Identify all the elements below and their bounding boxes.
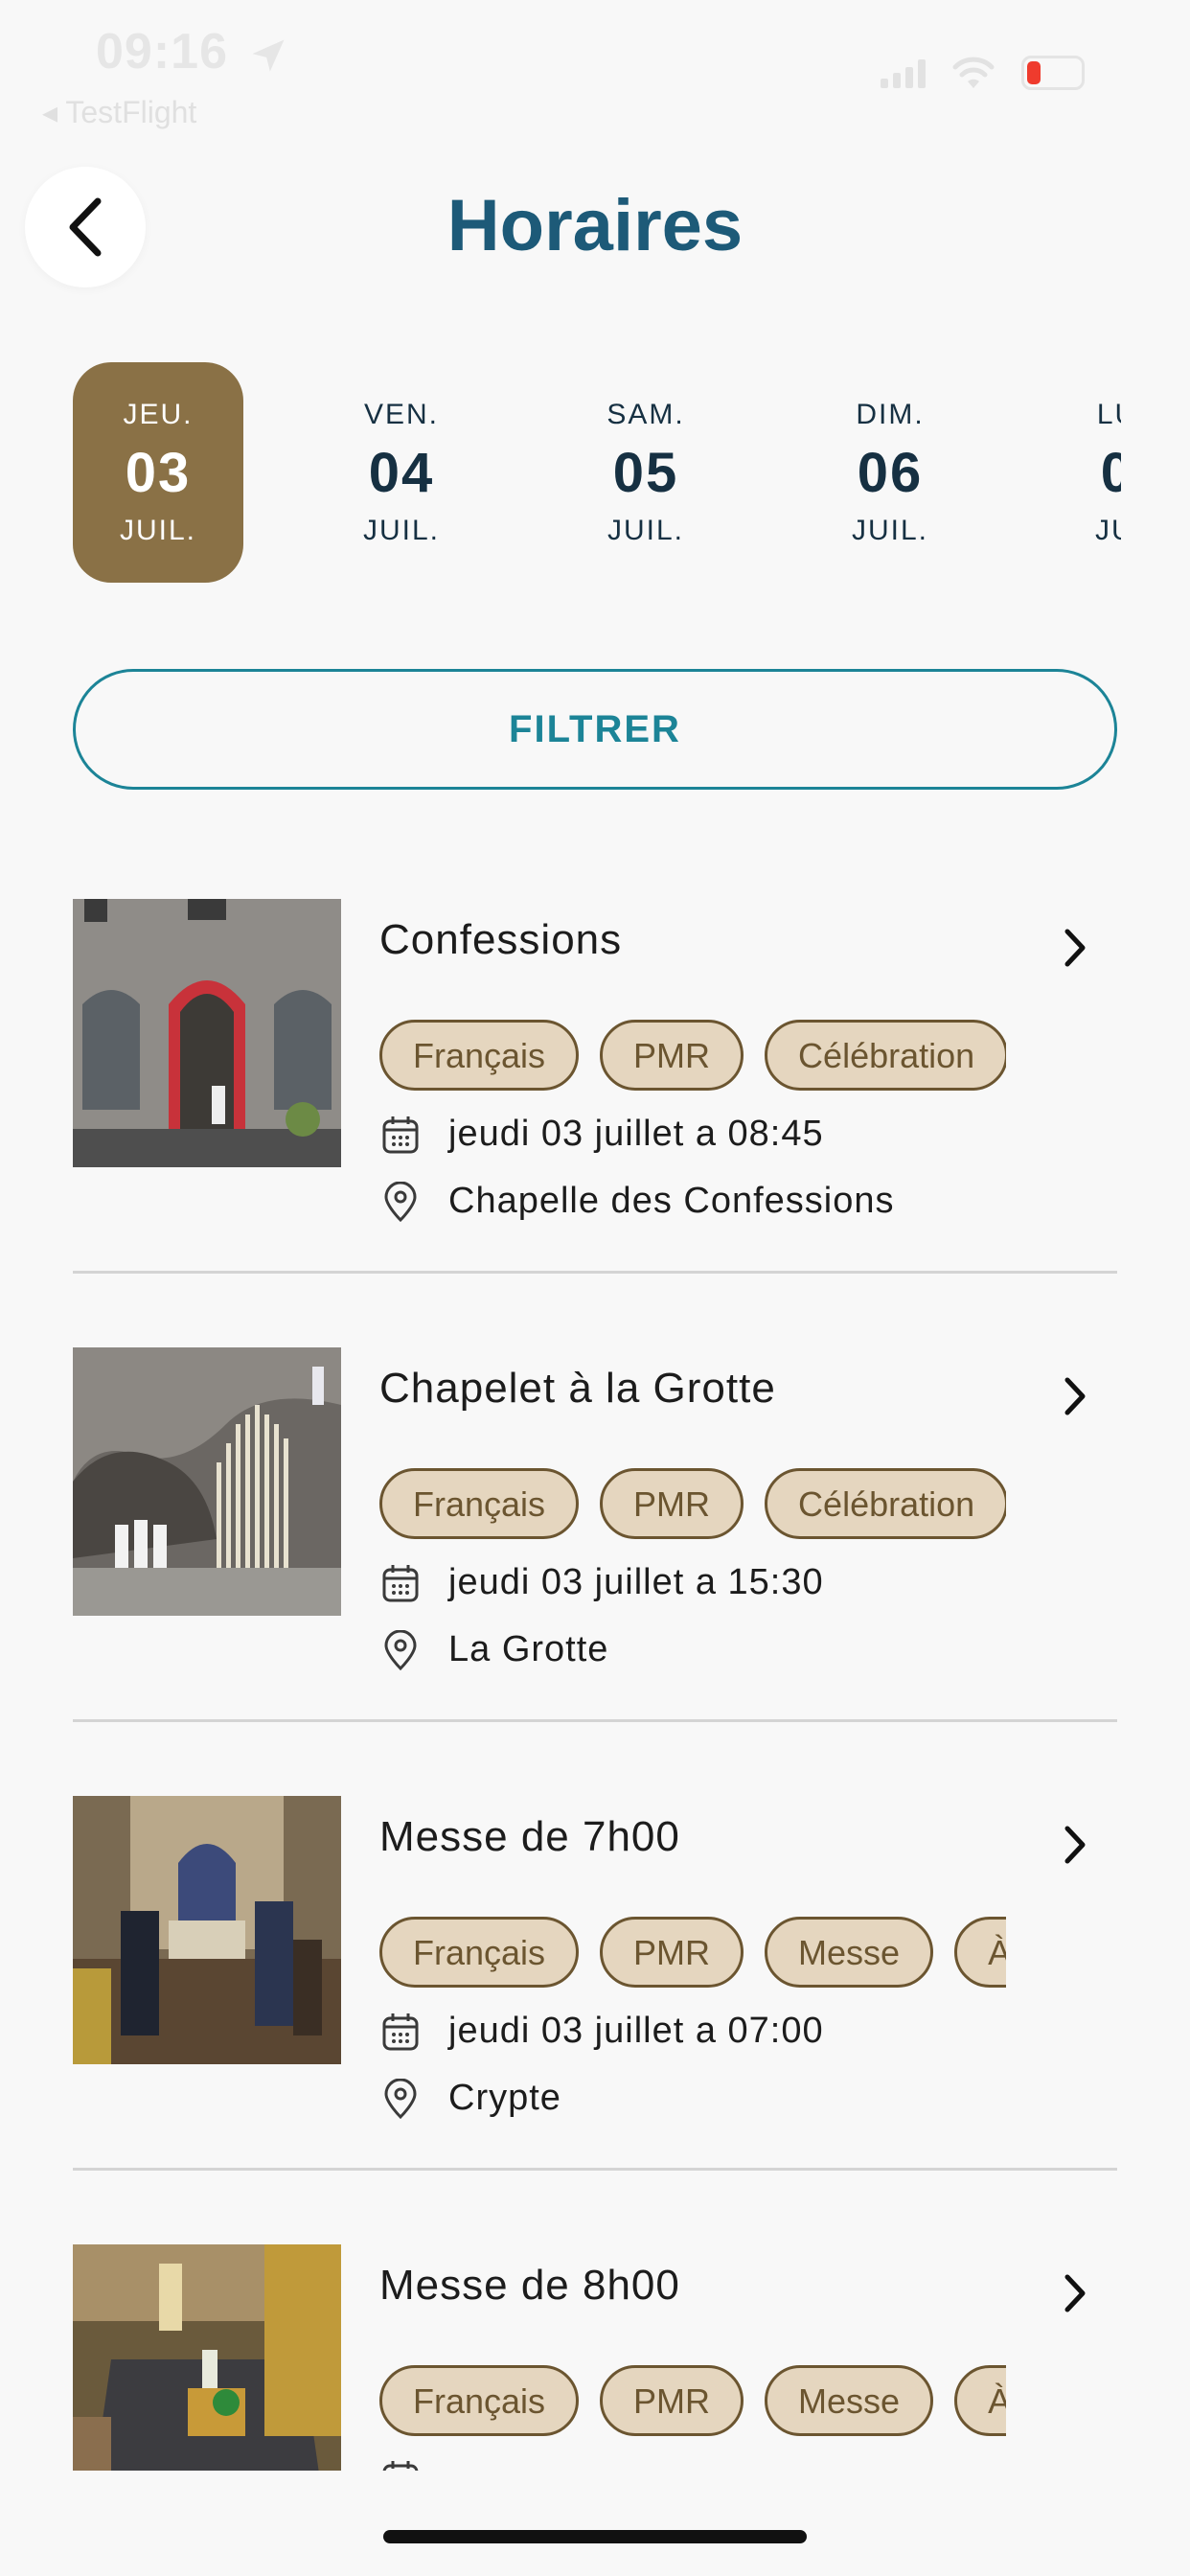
date-day: 07 — [1100, 441, 1121, 504]
tag: PMR — [600, 2365, 744, 2436]
tag-list: Français PMR Messe À la — [379, 1917, 1006, 1990]
battery-icon — [1021, 56, 1085, 90]
divider — [73, 2168, 1117, 2171]
event-list-item[interactable]: Chapelet à la Grotte Français PMR Célébrat… — [73, 1347, 1117, 1796]
event-title: Messe de 7h00 — [379, 1813, 680, 1860]
location-pin-icon — [384, 2078, 417, 2119]
tag: PMR — [600, 1917, 744, 1988]
event-datetime-row: jeudi 03 juillet a 08:45 — [381, 1114, 824, 1155]
location-pin-icon — [384, 1629, 417, 1670]
date-item[interactable]: SAM. 05 JUIL. — [561, 362, 731, 583]
wifi-icon — [952, 57, 995, 88]
calendar-icon — [382, 2461, 419, 2471]
event-title: Messe de 8h00 — [379, 2262, 680, 2309]
divider — [73, 1719, 1117, 1722]
event-thumbnail — [73, 899, 341, 1167]
event-list-item[interactable]: Confessions Français PMR Célébration jeudi… — [73, 899, 1117, 1347]
tag: Messe — [765, 2365, 934, 2436]
event-place-row: Chapelle des Confessions — [381, 1181, 895, 1222]
tag: Célébration — [765, 1468, 1006, 1539]
chevron-right-icon — [1064, 1826, 1086, 1864]
tag: Célébration — [765, 1020, 1006, 1091]
chevron-right-icon — [1064, 1377, 1086, 1415]
event-datetime-row: jeudi 03 juillet a 07:00 — [381, 2011, 824, 2052]
date-month: JUIL. — [851, 514, 929, 546]
divider — [73, 1271, 1117, 1274]
date-day: 05 — [612, 441, 679, 504]
tag: Français — [379, 1468, 580, 1539]
event-place: La Grotte — [448, 1629, 609, 1669]
date-selector[interactable]: JEU. 03 JUIL. VEN. 04 JUIL. SAM. 05 JUIL… — [0, 362, 1121, 583]
date-day: 04 — [368, 441, 435, 504]
date-item[interactable]: VEN. 04 JUIL. — [316, 362, 487, 583]
tag-list: Français PMR Célébration — [379, 1020, 1006, 1092]
date-dow: JEU. — [123, 398, 194, 430]
tag: Français — [379, 1917, 580, 1988]
tag-list: Français PMR Messe À la — [379, 2365, 1006, 2438]
status-icons — [881, 56, 1085, 90]
date-item-selected[interactable]: JEU. 03 JUIL. — [73, 362, 243, 583]
location-pin-icon — [384, 1181, 417, 1222]
calendar-icon — [382, 1564, 419, 1601]
chevron-right-icon — [1064, 929, 1086, 967]
date-month: JUIL. — [119, 514, 197, 546]
calendar-icon — [382, 1116, 419, 1153]
tag: À la — [954, 2365, 1006, 2436]
date-month: JUIL. — [1094, 514, 1121, 546]
event-datetime-row: jeudi 03 juillet a 15:30 — [381, 1562, 824, 1603]
event-datetime: jeudi 03 juillet a 15:30 — [448, 1562, 824, 1602]
date-dow: LUN. — [1096, 398, 1121, 430]
event-place: Chapelle des Confessions — [448, 1181, 895, 1221]
calendar-icon — [382, 2012, 419, 2050]
event-list-item[interactable]: Messe de 8h00 Français PMR Messe À la — [73, 2244, 1117, 2471]
tag: Messe — [765, 1917, 934, 1988]
event-datetime: jeudi 03 juillet a 07:00 — [448, 2011, 824, 2051]
cellular-signal-icon — [881, 58, 926, 88]
date-dow: VEN. — [363, 398, 440, 430]
event-place-row: La Grotte — [381, 1629, 608, 1670]
status-back-app-link[interactable]: ◂ TestFlight — [42, 94, 196, 130]
event-title: Confessions — [379, 916, 623, 963]
tag-list: Français PMR Célébration — [379, 1468, 1006, 1541]
tag: PMR — [600, 1020, 744, 1091]
event-place: Crypte — [448, 2078, 561, 2118]
event-datetime-row — [381, 2459, 448, 2471]
date-item[interactable]: LUN. 07 JUIL. — [1048, 362, 1121, 583]
event-thumbnail — [73, 1347, 341, 1616]
event-thumbnail — [73, 2244, 341, 2471]
status-time: 09:16 — [96, 24, 228, 80]
date-dow: DIM. — [856, 398, 925, 430]
event-list-item[interactable]: Messe de 7h00 Français PMR Messe À la jeudi… — [73, 1796, 1117, 2244]
date-day: 03 — [125, 441, 192, 504]
tag: Français — [379, 1020, 580, 1091]
event-place-row: Crypte — [381, 2078, 561, 2119]
tag: À la — [954, 1917, 1006, 1988]
location-arrow-icon — [252, 39, 285, 72]
filter-button[interactable]: FILTRER — [73, 669, 1117, 790]
tag: Français — [379, 2365, 580, 2436]
chevron-right-icon — [1064, 2274, 1086, 2312]
event-title: Chapelet à la Grotte — [379, 1365, 776, 1412]
date-item[interactable]: DIM. 06 JUIL. — [805, 362, 975, 583]
date-month: JUIL. — [606, 514, 685, 546]
event-thumbnail — [73, 1796, 341, 2064]
home-indicator[interactable] — [383, 2530, 807, 2543]
date-day: 06 — [857, 441, 924, 504]
date-dow: SAM. — [606, 398, 685, 430]
tag: PMR — [600, 1468, 744, 1539]
page-title: Horaires — [446, 185, 744, 266]
event-datetime: jeudi 03 juillet a 08:45 — [448, 1114, 824, 1154]
status-bar: 09:16 ◂ TestFlight — [0, 0, 1190, 134]
date-month: JUIL. — [362, 514, 441, 546]
